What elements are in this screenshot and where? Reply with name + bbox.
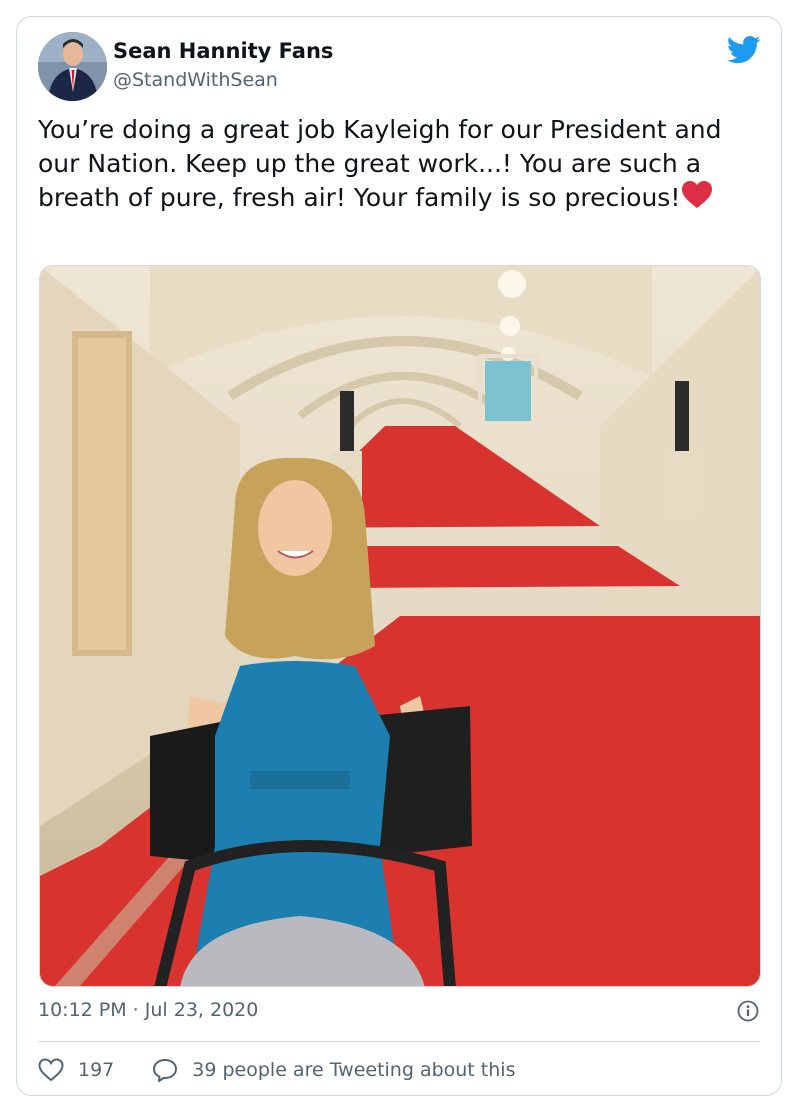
tweet-card: Sean Hannity Fans @StandWithSean You’re … <box>16 16 782 1096</box>
author-name[interactable]: Sean Hannity Fans <box>113 39 333 63</box>
speech-bubble-icon <box>153 1059 178 1082</box>
avatar-image <box>38 32 107 101</box>
red-heart-emoji <box>682 181 713 208</box>
tweet-body: You’re doing a great job Kayleigh for ou… <box>38 115 722 212</box>
heart-outline-icon <box>38 1058 64 1082</box>
twitter-bird-icon[interactable] <box>727 35 761 65</box>
tweet-text: You’re doing a great job Kayleigh for ou… <box>38 113 748 215</box>
tweeting-about-text: 39 people are Tweeting about this <box>192 1059 516 1081</box>
tweet-photo[interactable] <box>39 265 761 987</box>
info-icon[interactable] <box>737 1000 759 1022</box>
photo-image <box>40 266 760 986</box>
author-handle[interactable]: @StandWithSean <box>113 69 278 91</box>
divider <box>38 1041 760 1042</box>
tweeting-about-link[interactable]: 39 people are Tweeting about this <box>152 1058 515 1082</box>
like-count: 197 <box>78 1059 115 1081</box>
like-button[interactable]: 197 <box>38 1058 114 1082</box>
tweet-timestamp[interactable]: 10:12 PM · Jul 23, 2020 <box>38 999 258 1021</box>
avatar[interactable] <box>38 32 107 101</box>
tweet-actions: 197 39 people are Tweeting about this <box>38 1055 515 1085</box>
